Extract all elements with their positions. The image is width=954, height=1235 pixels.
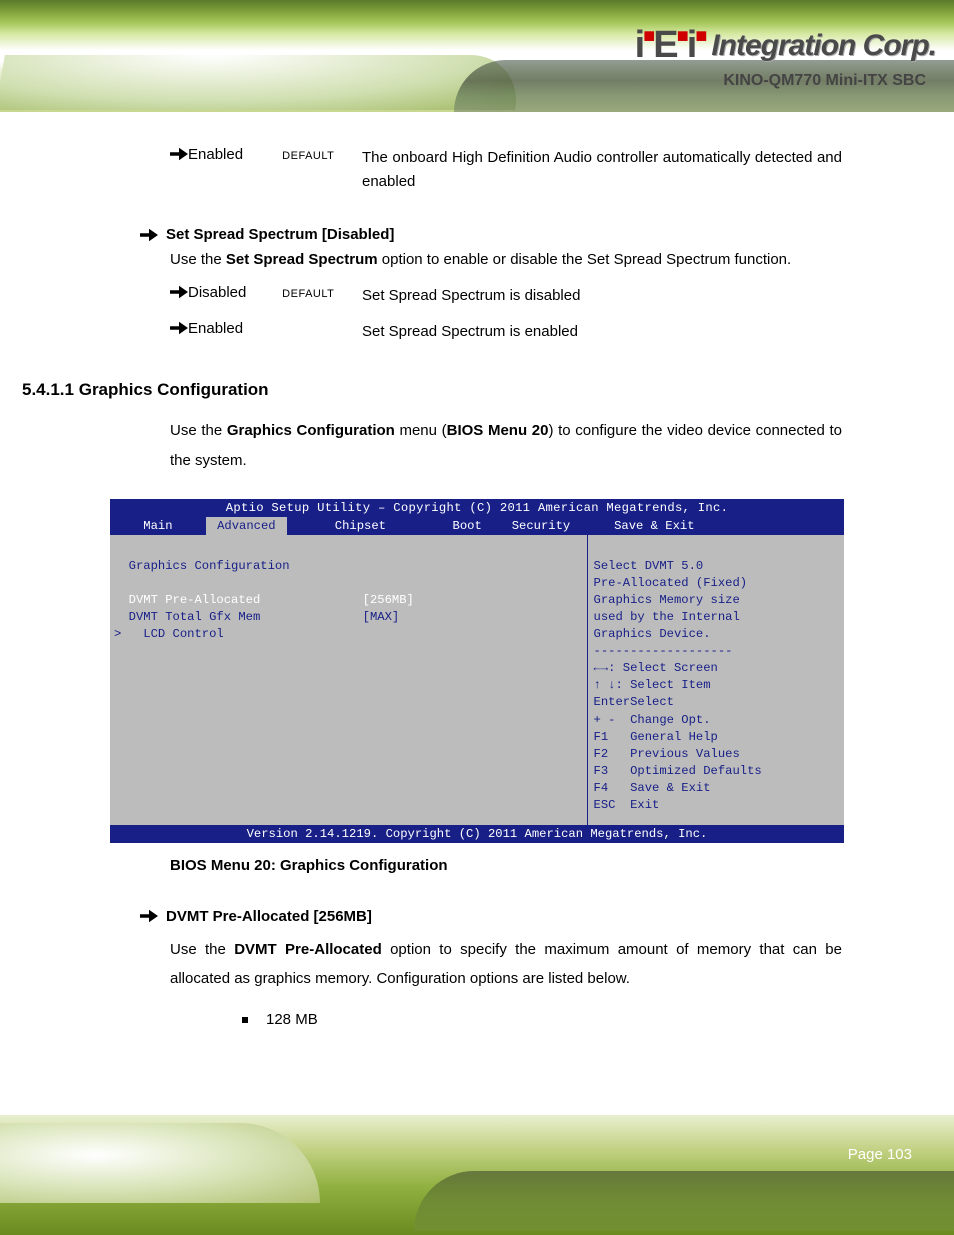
bios-tab-chipset[interactable]: Chipset: [287, 517, 434, 535]
t: Set Spread Spectrum: [226, 251, 378, 268]
arrow-right-icon: [140, 908, 158, 924]
t: -------------------: [594, 644, 733, 658]
arrow-right-icon: [170, 284, 188, 300]
option-desc: Set Spread Spectrum is disabled: [362, 284, 842, 308]
arrow-right-icon: [170, 146, 188, 162]
page-number: Page 103: [848, 1146, 912, 1163]
option-desc: The onboard High Definition Audio contro…: [362, 146, 842, 194]
t: Graphics Configuration: [114, 559, 290, 573]
bottom-banner: [0, 1115, 954, 1235]
bios-tab-boot[interactable]: Boot: [434, 517, 501, 535]
arrow-right-icon: [170, 320, 188, 336]
t: + - Change Opt.: [594, 713, 711, 727]
t: menu (: [395, 422, 447, 439]
t: F1 General Help: [594, 730, 718, 744]
option-label: Disabled: [188, 284, 278, 301]
t: Graphics Configuration: [227, 422, 395, 439]
t: ←→: Select Screen: [594, 661, 718, 675]
t: Use the: [170, 422, 227, 439]
t: Use the: [170, 941, 234, 958]
t: Use the: [170, 251, 226, 268]
t: F3 Optimized Defaults: [594, 764, 762, 778]
bios-tabs: Main Advanced Chipset Boot Security Save…: [110, 517, 844, 535]
gfx-intro: Use the Graphics Configuration menu (BIO…: [170, 416, 842, 475]
option-default: DEFAULT: [282, 150, 334, 162]
bios-right-pane: Select DVMT 5.0 Pre-Allocated (Fixed) Gr…: [588, 535, 844, 825]
spread-intro: Use the Set Spread Spectrum option to en…: [170, 245, 842, 274]
bios-row-dvmt-total[interactable]: DVMT Total Gfx Mem [MAX]: [114, 610, 399, 624]
dvmt-intro: Use the DVMT Pre-Allocated option to spe…: [170, 935, 842, 994]
top-banner: i■E■i■ Integration Corp. KINO-QM770 Mini…: [0, 0, 954, 112]
t: F4 Save & Exit: [594, 781, 711, 795]
t: Graphics Configuration: [79, 380, 269, 399]
option-label: Enabled: [188, 146, 278, 163]
arrow-right-icon: [140, 227, 158, 243]
t: Page: [848, 1146, 887, 1163]
t: 5.4.1.1: [22, 380, 79, 399]
t: used by the Internal: [594, 610, 740, 624]
t: ↑ ↓: Select Item: [594, 678, 711, 692]
t: EnterSelect: [594, 695, 674, 709]
dvmt-heading: DVMT Pre-Allocated [256MB]: [166, 908, 372, 925]
bios-row-dvmt-pre[interactable]: DVMT Pre-Allocated [256MB]: [114, 593, 414, 607]
logo-text: Integration Corp.: [711, 29, 936, 63]
bios-left-pane: Graphics Configuration DVMT Pre-Allocate…: [110, 535, 588, 825]
bios-tab-rest[interactable]: Security Save & Exit: [500, 517, 705, 535]
t: DVMT Pre-Allocated: [234, 941, 382, 958]
t: option to enable or disable the Set Spre…: [378, 251, 792, 268]
bios-row-lcd-control[interactable]: LCD Control: [129, 627, 224, 641]
bios-menu: Aptio Setup Utility – Copyright (C) 2011…: [110, 499, 844, 843]
bios-caption: BIOS Menu 20: Graphics Configuration: [170, 857, 842, 874]
section-heading: 5.4.1.1 Graphics Configuration: [22, 380, 842, 400]
t: Graphics Memory size: [594, 593, 740, 607]
t: Pre-Allocated (Fixed): [594, 576, 748, 590]
spread-heading: Set Spread Spectrum [Disabled]: [166, 226, 394, 243]
bios-tab-advanced[interactable]: Advanced: [206, 517, 287, 535]
bios-footer: Version 2.14.1219. Copyright (C) 2011 Am…: [110, 825, 844, 843]
option-label: Enabled: [188, 320, 278, 337]
square-bullet-icon: [242, 1017, 248, 1023]
t: Select DVMT 5.0: [594, 559, 704, 573]
bios-title: Aptio Setup Utility – Copyright (C) 2011…: [110, 499, 844, 517]
t: Graphics Device.: [594, 627, 711, 641]
t: BIOS Menu 20: [447, 422, 549, 439]
brand-logo: i■E■i■ Integration Corp.: [635, 24, 936, 67]
product-line: KINO-QM770 Mini-ITX SBC: [723, 72, 926, 90]
t: 103: [887, 1146, 912, 1163]
page-content: Enabled DEFAULT The onboard High Definit…: [0, 112, 954, 1028]
bios-tab-main[interactable]: Main: [110, 517, 206, 535]
bullet-item: 128 MB: [242, 1011, 842, 1028]
bullet-text: 128 MB: [266, 1011, 318, 1028]
t: ESC Exit: [594, 798, 660, 812]
t: F2 Previous Values: [594, 747, 740, 761]
option-desc: Set Spread Spectrum is enabled: [362, 320, 842, 344]
logo-mark: i■E■i■: [635, 24, 706, 67]
option-default: DEFAULT: [282, 288, 334, 300]
